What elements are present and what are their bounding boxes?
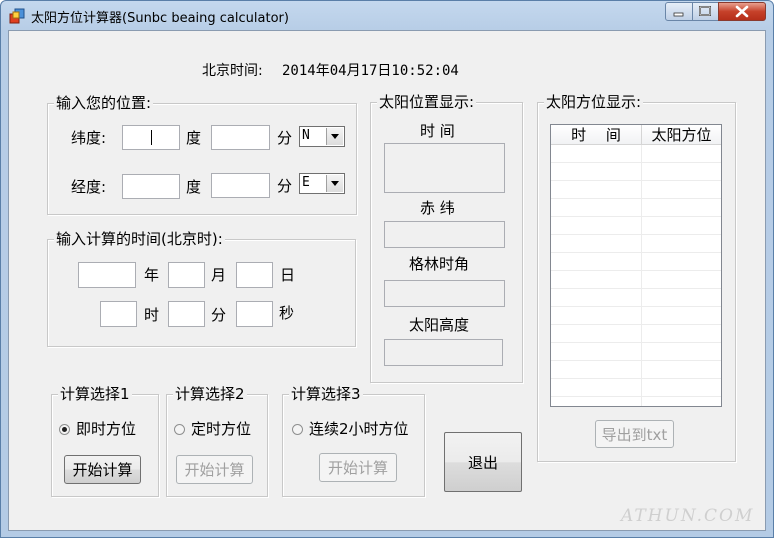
text-caret <box>151 130 152 145</box>
calc-option-1-legend: 计算选择1 <box>58 385 132 403</box>
chevron-down-icon <box>331 134 339 139</box>
sun-position-group-legend: 太阳位置显示: <box>377 93 477 111</box>
azimuth-group-legend: 太阳方位显示: <box>544 93 644 111</box>
minute-input[interactable] <box>168 301 205 327</box>
column-header-azimuth[interactable]: 太阳方位 <box>642 125 721 145</box>
longitude-degree-input[interactable] <box>122 174 180 199</box>
latitude-minute-unit: 分 <box>277 129 293 147</box>
second-unit: 秒 <box>279 304 295 322</box>
year-input[interactable] <box>78 262 136 288</box>
empty-row <box>551 343 721 361</box>
empty-row <box>551 145 721 163</box>
close-icon <box>735 5 749 18</box>
altitude-label: 太阳高度 <box>409 316 470 334</box>
longitude-degree-unit: 度 <box>186 178 202 196</box>
empty-row <box>551 163 721 181</box>
empty-row <box>551 289 721 307</box>
month-input[interactable] <box>168 262 205 288</box>
latitude-minute-input[interactable] <box>211 125 270 150</box>
hour-angle-label: 格林时角 <box>409 255 470 273</box>
longitude-dropdown-button[interactable] <box>326 175 343 192</box>
latitude-dropdown-button[interactable] <box>326 128 343 145</box>
instant-azimuth-radio[interactable] <box>59 424 70 435</box>
beijing-time-value: 2014年04月17日10:52:04 <box>282 63 459 79</box>
empty-row <box>551 379 721 397</box>
calc-option-3-legend: 计算选择3 <box>289 385 363 403</box>
empty-row <box>551 217 721 235</box>
sun-time-output[interactable] <box>384 143 505 193</box>
empty-row <box>551 271 721 289</box>
start-calc-button-3[interactable]: 开始计算 <box>319 453 397 482</box>
empty-row <box>551 361 721 379</box>
latitude-label: 纬度: <box>71 129 107 147</box>
start-calc-button-2[interactable]: 开始计算 <box>176 455 253 484</box>
app-icon <box>9 8 25 24</box>
title-bar[interactable]: 太阳方位计算器(Sunbc beaing calculator) <box>1 1 773 29</box>
empty-row <box>551 235 721 253</box>
hour-input[interactable] <box>100 301 137 327</box>
column-header-time[interactable]: 时 间 <box>551 125 642 145</box>
maximize-icon <box>699 6 711 16</box>
declination-output[interactable] <box>384 221 505 248</box>
altitude-output[interactable] <box>384 339 503 366</box>
latitude-hemisphere-select[interactable]: N <box>299 126 345 147</box>
empty-row <box>551 181 721 199</box>
position-group: 输入您的位置: <box>47 94 357 215</box>
hour-angle-output[interactable] <box>384 280 505 307</box>
empty-row <box>551 325 721 343</box>
position-group-legend: 输入您的位置: <box>54 94 154 112</box>
azimuth-list[interactable]: 时 间 太阳方位 <box>550 124 722 407</box>
latitude-degree-unit: 度 <box>186 129 202 147</box>
latitude-hemisphere-value: N <box>302 128 310 143</box>
window-title: 太阳方位计算器(Sunbc beaing calculator) <box>31 11 289 26</box>
longitude-minute-input[interactable] <box>211 173 270 198</box>
site-watermark: ATHUN.COM <box>621 506 755 526</box>
app-window: 太阳方位计算器(Sunbc beaing calculator) 北京时间: 2… <box>0 0 774 538</box>
day-unit: 日 <box>280 266 296 284</box>
empty-row <box>551 253 721 271</box>
longitude-hemisphere-select[interactable]: E <box>299 173 345 194</box>
continuous-azimuth-radio[interactable] <box>292 424 303 435</box>
empty-row <box>551 307 721 325</box>
maximize-button[interactable] <box>692 2 719 21</box>
month-unit: 月 <box>211 266 227 284</box>
sun-time-label: 时 间 <box>420 122 455 140</box>
scheduled-azimuth-radio[interactable] <box>174 424 185 435</box>
client-area: 北京时间: 2014年04月17日10:52:04 输入您的位置: 纬度: 度 … <box>8 30 766 531</box>
longitude-minute-unit: 分 <box>277 177 293 195</box>
start-calc-button-1[interactable]: 开始计算 <box>64 455 141 484</box>
minimize-button[interactable] <box>665 2 693 21</box>
second-input[interactable] <box>236 301 273 327</box>
longitude-label: 经度: <box>71 178 107 196</box>
close-button[interactable] <box>718 2 766 21</box>
day-input[interactable] <box>236 262 273 288</box>
scheduled-azimuth-label[interactable]: 定时方位 <box>191 420 251 438</box>
continuous-azimuth-label[interactable]: 连续2小时方位 <box>309 420 409 438</box>
minimize-icon <box>673 12 684 17</box>
year-unit: 年 <box>144 266 160 284</box>
calc-option-2-legend: 计算选择2 <box>173 385 247 403</box>
hour-unit: 时 <box>144 306 160 324</box>
empty-row <box>551 199 721 217</box>
minute-unit: 分 <box>211 306 227 324</box>
export-txt-button[interactable]: 导出到txt <box>595 420 674 448</box>
calc-time-group-legend: 输入计算的时间(北京时): <box>54 230 225 248</box>
beijing-time-label: 北京时间: <box>202 63 263 79</box>
declination-label: 赤 纬 <box>420 199 455 217</box>
calc-time-group: 输入计算的时间(北京时): <box>47 230 356 347</box>
chevron-down-icon <box>331 181 339 186</box>
exit-button[interactable]: 退出 <box>444 432 522 492</box>
instant-azimuth-label[interactable]: 即时方位 <box>76 420 136 438</box>
longitude-hemisphere-value: E <box>302 175 310 190</box>
